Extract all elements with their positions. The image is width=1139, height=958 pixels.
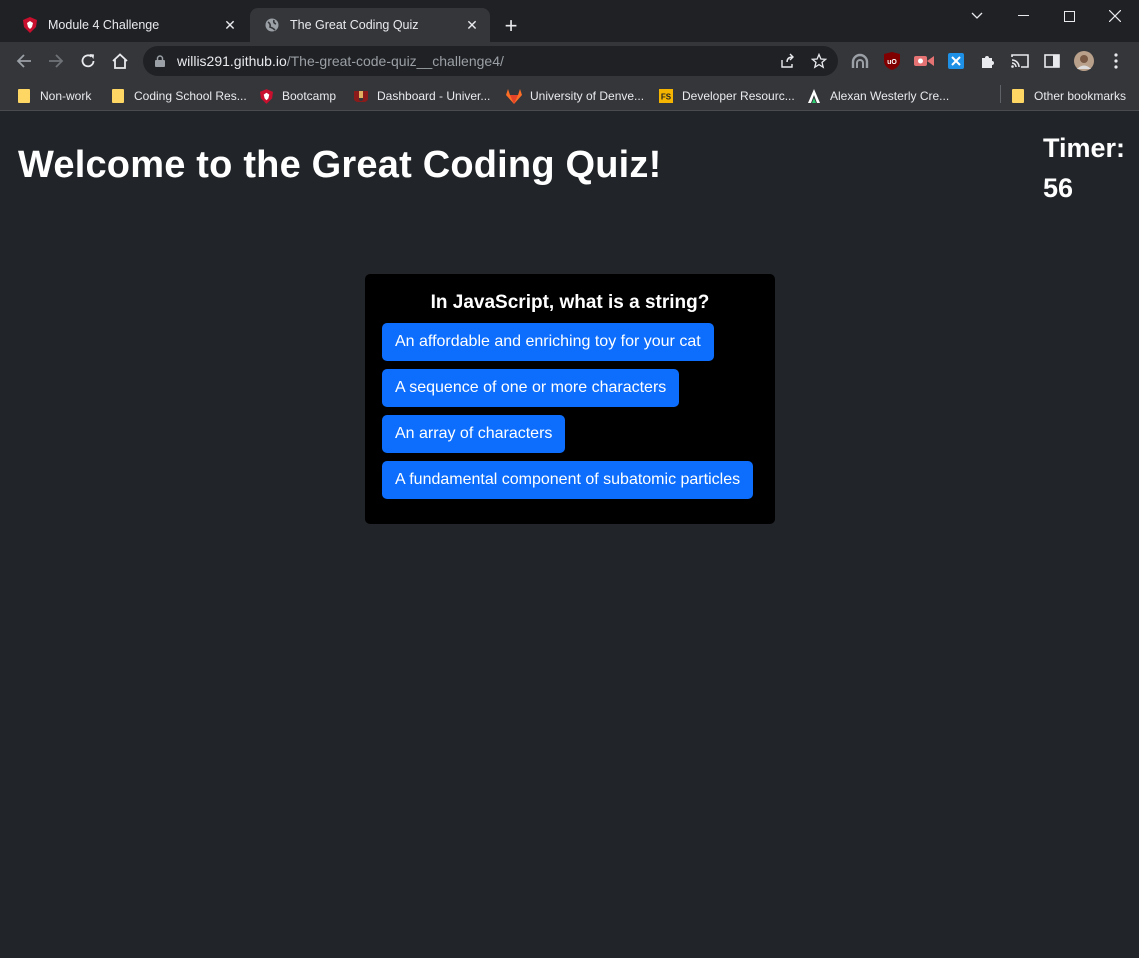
fs-icon: FS (658, 88, 674, 104)
quiz-card: In JavaScript, what is a string? An affo… (365, 274, 775, 524)
shield-icon (22, 17, 38, 33)
timer-label: Timer: (1043, 133, 1126, 163)
tab-title: Module 4 Challenge (48, 18, 160, 32)
question-text: In JavaScript, what is a string? (430, 292, 710, 313)
svg-text:uO: uO (887, 59, 897, 66)
url-path: /The-great-code-quiz__challenge4/ (286, 53, 504, 69)
star-icon[interactable] (807, 49, 831, 73)
bookmark-bootcamp[interactable]: Bootcamp (258, 85, 336, 107)
bookmark-alexan-westerly[interactable]: Alexan Westerly Cre... (806, 85, 949, 107)
screen-recorder-icon[interactable] (914, 51, 934, 71)
bookmark-label: Bootcamp (282, 89, 337, 103)
svg-text:FS: FS (661, 93, 672, 102)
bookmarks-separator (1000, 85, 1001, 103)
bookmark-dashboard[interactable]: Dashboard - Univer... (353, 85, 490, 107)
gitlab-icon (506, 88, 522, 104)
tab-search-icon[interactable] (954, 0, 1000, 32)
browser-toolbar: willis291.github.io/The-great-code-quiz_… (0, 42, 1139, 80)
folder-icon (16, 88, 32, 104)
globe-icon (264, 17, 280, 33)
timer-value: 56 (1043, 173, 1074, 203)
avatar[interactable] (1074, 51, 1094, 71)
url-text[interactable]: willis291.github.io/The-great-code-quiz_… (177, 53, 504, 69)
bookmarks-bar: Non-work Coding School Res... Bootcamp D… (0, 80, 1139, 111)
timer: Timer: 56 (1043, 128, 1125, 208)
back-icon[interactable] (10, 47, 38, 75)
minimize-icon[interactable] (1000, 0, 1046, 32)
extension-arch-icon[interactable] (850, 51, 870, 71)
tab-title: The Great Coding Quiz (290, 18, 419, 32)
tab-strip: Module 4 Challenge ✕ The Great Coding Qu… (0, 0, 1139, 42)
folder-icon (110, 88, 126, 104)
bookmark-non-work[interactable]: Non-work (16, 85, 91, 107)
answer-button-2[interactable]: A sequence of one or more characters (382, 369, 680, 407)
page-title: Welcome to the Great Coding Quiz! (18, 144, 662, 186)
lock-icon[interactable] (155, 55, 169, 67)
bookmark-university-of-denver[interactable]: University of Denve... (506, 85, 644, 107)
close-icon[interactable]: ✕ (218, 13, 242, 37)
tab-module-4-challenge[interactable]: Module 4 Challenge ✕ (8, 8, 248, 42)
ublock-icon[interactable]: uO (882, 51, 902, 71)
forward-icon[interactable] (42, 47, 70, 75)
bookmark-coding-school[interactable]: Coding School Res... (110, 85, 247, 107)
tab-great-coding-quiz[interactable]: The Great Coding Quiz ✕ (250, 8, 490, 42)
maximize-icon[interactable] (1046, 0, 1092, 32)
bookmark-label: Dashboard - Univer... (377, 89, 491, 103)
new-tab-icon[interactable]: + (498, 13, 524, 39)
bookmark-label: Developer Resourc... (682, 89, 795, 103)
extensions-puzzle-icon[interactable] (978, 51, 998, 71)
bookmark-label: Non-work (40, 89, 92, 103)
close-icon[interactable]: ✕ (460, 13, 484, 37)
home-icon[interactable] (106, 47, 134, 75)
bookmark-label: University of Denve... (530, 89, 645, 103)
close-window-icon[interactable] (1092, 0, 1138, 32)
bookmark-label: Other bookmarks (1034, 89, 1127, 103)
bookmark-other-bookmarks[interactable]: Other bookmarks (1010, 85, 1126, 107)
du-logo-icon (353, 88, 369, 104)
answer-button-3[interactable]: An array of characters (382, 415, 566, 453)
url-host: willis291.github.io (177, 53, 287, 69)
shield-icon (258, 88, 274, 104)
bookmark-label: Coding School Res... (134, 89, 247, 103)
a-logo-icon (806, 88, 822, 104)
more-menu-icon[interactable] (1106, 51, 1126, 71)
answer-button-1[interactable]: An affordable and enriching toy for your… (382, 323, 714, 361)
cast-icon[interactable] (1010, 51, 1030, 71)
share-icon[interactable] (775, 49, 799, 73)
folder-icon (1010, 88, 1026, 104)
bookmark-developer-resources[interactable]: FS Developer Resourc... (658, 85, 795, 107)
side-panel-icon[interactable] (1042, 51, 1062, 71)
bookmark-label: Alexan Westerly Cre... (830, 89, 950, 103)
reload-icon[interactable] (74, 47, 102, 75)
extension-x-icon[interactable] (946, 51, 966, 71)
address-bar[interactable]: willis291.github.io/The-great-code-quiz_… (143, 46, 838, 76)
answer-button-4[interactable]: A fundamental component of subatomic par… (382, 461, 754, 499)
